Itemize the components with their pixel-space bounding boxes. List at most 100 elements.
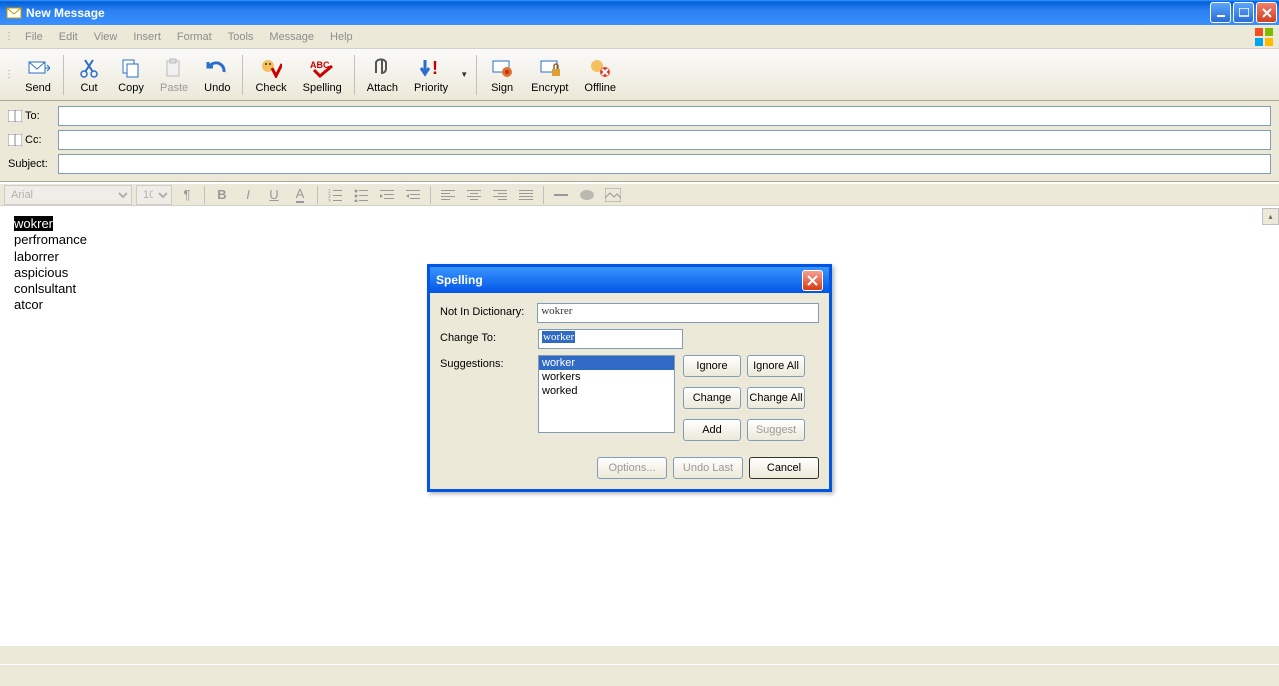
- hr-button[interactable]: [550, 184, 572, 206]
- titlebar: New Message: [0, 0, 1279, 25]
- dialog-titlebar[interactable]: Spelling: [430, 267, 829, 293]
- ignore-all-button[interactable]: Ignore All: [747, 355, 805, 377]
- suggestion-item[interactable]: worked: [539, 384, 674, 398]
- dialog-close-button[interactable]: [802, 270, 823, 291]
- suggest-button[interactable]: Suggest: [747, 419, 805, 441]
- copy-icon: [119, 56, 143, 80]
- toolbar-label: Priority: [414, 82, 448, 94]
- paste-button[interactable]: Paste: [152, 51, 196, 99]
- toolbar-label: Paste: [160, 82, 188, 94]
- addressbook-icon: [8, 110, 22, 122]
- align-center-button[interactable]: [463, 184, 485, 206]
- attach-button[interactable]: Attach: [359, 51, 406, 99]
- italic-button[interactable]: I: [237, 184, 259, 206]
- not-in-dictionary-field: wokrer: [537, 303, 819, 323]
- attach-icon: [370, 56, 394, 80]
- menu-tools[interactable]: Tools: [220, 28, 262, 46]
- to-input[interactable]: [58, 106, 1271, 126]
- paste-icon: [162, 56, 186, 80]
- underline-button[interactable]: U: [263, 184, 285, 206]
- undo-button[interactable]: Undo: [196, 51, 238, 99]
- change-to-input[interactable]: worker: [538, 329, 683, 349]
- link-button[interactable]: [576, 184, 598, 206]
- subject-input[interactable]: [58, 154, 1271, 174]
- format-bar: Arial 10 ¶ B I U A 123: [0, 182, 1279, 206]
- offline-button[interactable]: Offline: [576, 51, 624, 99]
- suggestion-item[interactable]: workers: [539, 370, 674, 384]
- suggestion-item[interactable]: worker: [539, 356, 674, 370]
- menu-format[interactable]: Format: [169, 28, 220, 46]
- dialog-title: Spelling: [436, 273, 802, 287]
- add-button[interactable]: Add: [683, 419, 741, 441]
- separator: [317, 186, 318, 204]
- spelling-button[interactable]: ABC Spelling: [295, 51, 350, 99]
- minimize-button[interactable]: [1210, 2, 1231, 23]
- address-area: To: Cc: Subject:: [0, 101, 1279, 182]
- bullet-list-button[interactable]: [350, 184, 372, 206]
- paragraph-style-button[interactable]: ¶: [176, 184, 198, 206]
- toolbar-label: Undo: [204, 82, 230, 94]
- bold-button[interactable]: B: [211, 184, 233, 206]
- priority-button[interactable]: ! Priority: [406, 51, 456, 99]
- check-button[interactable]: Check: [247, 51, 294, 99]
- cancel-button[interactable]: Cancel: [749, 457, 819, 479]
- send-button[interactable]: Send: [17, 51, 59, 99]
- windows-logo-icon: [1255, 28, 1273, 46]
- sign-button[interactable]: Sign: [481, 51, 523, 99]
- font-select[interactable]: Arial: [4, 185, 132, 205]
- body-line: perfromance: [14, 232, 1265, 248]
- window-title: New Message: [26, 6, 1210, 20]
- suggestions-list[interactable]: worker workers worked: [538, 355, 675, 433]
- gripper-icon: ⋮: [4, 31, 13, 42]
- toolbar-label: Encrypt: [531, 82, 568, 94]
- toolbar-label: Send: [25, 82, 51, 94]
- encrypt-button[interactable]: Encrypt: [523, 51, 576, 99]
- numbered-list-button[interactable]: 123: [324, 184, 346, 206]
- menubar: ⋮ File Edit View Insert Format Tools Mes…: [0, 25, 1279, 49]
- menu-view[interactable]: View: [86, 28, 126, 46]
- menu-file[interactable]: File: [17, 28, 51, 46]
- suggestions-label: Suggestions:: [440, 355, 538, 370]
- size-select[interactable]: 10: [136, 185, 172, 205]
- change-to-label: Change To:: [440, 329, 538, 344]
- align-left-button[interactable]: [437, 184, 459, 206]
- menu-edit[interactable]: Edit: [51, 28, 86, 46]
- scroll-up-button[interactable]: ▴: [1262, 208, 1279, 225]
- toolbar-label: Check: [255, 82, 286, 94]
- undo-icon: [205, 56, 229, 80]
- sign-icon: [490, 56, 514, 80]
- separator: [430, 186, 431, 204]
- change-all-button[interactable]: Change All: [747, 387, 805, 409]
- to-label[interactable]: To:: [8, 110, 58, 122]
- menu-help[interactable]: Help: [322, 28, 361, 46]
- picture-button[interactable]: [602, 184, 624, 206]
- options-button[interactable]: Options...: [597, 457, 667, 479]
- menu-message[interactable]: Message: [261, 28, 322, 46]
- change-button[interactable]: Change: [683, 387, 741, 409]
- copy-button[interactable]: Copy: [110, 51, 152, 99]
- outdent-button[interactable]: [376, 184, 398, 206]
- undo-last-button[interactable]: Undo Last: [673, 457, 743, 479]
- ignore-button[interactable]: Ignore: [683, 355, 741, 377]
- toolbar-label: Spelling: [303, 82, 342, 94]
- dropdown-arrow-icon[interactable]: ▼: [456, 70, 472, 79]
- not-in-dictionary-label: Not In Dictionary:: [440, 303, 537, 318]
- offline-icon: [588, 56, 612, 80]
- indent-button[interactable]: [402, 184, 424, 206]
- send-icon: [26, 56, 50, 80]
- subject-label: Subject:: [8, 158, 58, 170]
- cc-input[interactable]: [58, 130, 1271, 150]
- spelling-dialog: Spelling Not In Dictionary: wokrer Chang…: [427, 264, 832, 492]
- maximize-button[interactable]: [1233, 2, 1254, 23]
- close-button[interactable]: [1256, 2, 1277, 23]
- separator: [204, 186, 205, 204]
- toolbar-label: Attach: [367, 82, 398, 94]
- statusbar: [0, 664, 1279, 686]
- font-color-button[interactable]: A: [289, 184, 311, 206]
- separator: [543, 186, 544, 204]
- cc-label[interactable]: Cc:: [8, 134, 58, 146]
- cut-button[interactable]: Cut: [68, 51, 110, 99]
- align-right-button[interactable]: [489, 184, 511, 206]
- align-justify-button[interactable]: [515, 184, 537, 206]
- menu-insert[interactable]: Insert: [125, 28, 169, 46]
